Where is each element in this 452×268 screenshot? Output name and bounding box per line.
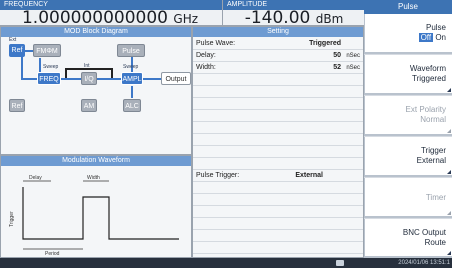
waveform-softkey[interactable]: Waveform Triggered <box>364 55 452 95</box>
line-fm-freq <box>39 58 41 73</box>
submenu-corner-icon <box>447 170 451 174</box>
line-freq-iq <box>59 78 81 80</box>
setting-key: Pulse Trigger: <box>196 172 240 179</box>
softkey-label: Trigger <box>420 146 446 155</box>
amplitude-value: -140.00 dBm <box>223 10 365 27</box>
label-ref-top: Ext <box>9 37 17 43</box>
setting-row-empty <box>193 110 363 122</box>
setting-row-empty <box>193 182 363 194</box>
softkey-label: Timer <box>425 193 446 202</box>
pulse-trace <box>22 187 179 240</box>
freq-block[interactable]: FREQ <box>37 72 61 85</box>
frequency-number: 1.000000000000 <box>21 8 168 28</box>
submenu-corner-icon <box>447 251 451 255</box>
setting-row-pulse-trigger: Pulse Trigger: External <box>193 170 363 182</box>
submenu-corner-icon <box>447 88 451 92</box>
waveform-plot: Delay Width Period Trigger <box>9 175 179 257</box>
width-label: Width <box>87 175 100 181</box>
setting-row-pulse-wave: Pulse Wave: Triggered <box>193 38 363 50</box>
frequency-value: 1.000000000000 GHz <box>0 10 220 27</box>
setting-row-empty <box>193 98 363 110</box>
waveform-panel: Modulation Waveform Delay Width Period T… <box>0 155 192 258</box>
keyboard-icon <box>336 260 344 266</box>
setting-row-empty <box>193 194 363 206</box>
block-diagram-panel: MOD Block Diagram Ext Sweep Int Sweep Re… <box>0 26 192 155</box>
softkey-label: Ext Polarity <box>405 105 446 114</box>
setting-row-empty <box>193 146 363 158</box>
trigger-label: Trigger <box>9 211 15 227</box>
setting-row-empty <box>193 134 363 146</box>
softkey-label: Pulse <box>425 23 446 32</box>
softkey-value: Route <box>424 238 446 247</box>
ampl-block[interactable]: AMPL <box>121 72 143 85</box>
softkey-value: Normal <box>420 115 446 124</box>
fm-phim-block[interactable]: FMΦM <box>33 44 61 57</box>
status-time: 2024/01/06 13:51:1 <box>398 260 450 266</box>
setting-key: Width: <box>196 64 216 71</box>
softkey-label: BNC Output <box>402 228 446 237</box>
amplitude-number: -140.00 <box>244 8 311 28</box>
output-block[interactable]: Output <box>161 72 191 85</box>
line-ref-down <box>21 57 23 79</box>
setting-value: 50 <box>333 52 341 59</box>
label-int: Int <box>84 63 90 69</box>
submenu-corner-icon <box>447 129 451 133</box>
setting-row-empty <box>193 122 363 134</box>
waveform-title: Modulation Waveform <box>1 156 191 166</box>
setting-row-empty <box>193 206 363 218</box>
label-sweep-1: Sweep <box>43 64 59 70</box>
setting-row-empty <box>193 218 363 230</box>
instrument-screen: FREQUENCY 1.000000000000 GHz AMPLITUDE -… <box>0 0 452 268</box>
softkey-value: External <box>416 156 446 165</box>
setting-row-empty <box>193 230 363 242</box>
setting-row-width: Width: 52 nSec <box>193 62 363 74</box>
softkey-label: Waveform <box>409 64 446 73</box>
label-sweep-2: Sweep <box>123 64 139 70</box>
alc-block[interactable]: ALC <box>123 99 141 112</box>
pulse-off-option: Off <box>418 33 434 42</box>
setting-value: 52 <box>333 64 341 71</box>
setting-row-empty <box>193 242 363 254</box>
pulse-block[interactable]: Pulse <box>117 44 145 57</box>
setting-value: Triggered <box>309 40 341 47</box>
line-ampl-out <box>141 78 161 80</box>
setting-unit: nSec <box>346 65 360 71</box>
setting-row-empty <box>193 158 363 170</box>
period-label: Period <box>45 251 60 257</box>
pulse-on-option: On <box>435 33 446 42</box>
setting-row-delay: Delay: 50 nSec <box>193 50 363 62</box>
ref-block[interactable]: Ref <box>9 44 25 57</box>
ref-block-2[interactable]: Ref <box>9 99 25 112</box>
line-iq-ampl <box>95 78 123 80</box>
pulse-toggle-softkey[interactable]: Pulse Off On <box>364 14 452 54</box>
amplitude-unit: dBm <box>315 12 344 26</box>
setting-key: Pulse Wave: <box>196 40 236 47</box>
setting-panel: Setting Pulse Wave: Triggered Delay: 50 … <box>192 26 364 258</box>
pulse-onoff: Off On <box>365 33 446 43</box>
setting-key: Delay: <box>196 52 216 59</box>
menu-title: Pulse <box>364 0 452 14</box>
setting-value: External <box>295 172 323 179</box>
setting-unit: nSec <box>346 53 360 59</box>
iq-block[interactable]: I/Q <box>81 72 97 85</box>
submenu-corner-icon <box>447 211 451 215</box>
softkey-value: Triggered <box>412 74 446 83</box>
block-diagram-title: MOD Block Diagram <box>1 27 191 37</box>
timer-softkey[interactable]: Timer <box>364 178 452 218</box>
setting-title: Setting <box>193 27 363 37</box>
delay-label: Delay <box>29 175 42 181</box>
frequency-display[interactable]: FREQUENCY 1.000000000000 GHz <box>0 0 222 27</box>
setting-row-empty <box>193 86 363 98</box>
am-block[interactable]: AM <box>81 99 97 112</box>
frequency-unit: GHz <box>173 12 199 26</box>
status-bar: 2024/01/06 13:51:1 <box>0 258 452 268</box>
amplitude-display[interactable]: AMPLITUDE -140.00 dBm <box>222 0 365 27</box>
ext-polarity-softkey[interactable]: Ext Polarity Normal <box>364 96 452 136</box>
setting-row-empty <box>193 74 363 86</box>
line-ampl-alc <box>131 86 133 98</box>
bnc-output-route-softkey[interactable]: BNC Output Route <box>364 219 452 258</box>
line-int-c <box>111 68 113 78</box>
trigger-softkey[interactable]: Trigger External <box>364 137 452 177</box>
